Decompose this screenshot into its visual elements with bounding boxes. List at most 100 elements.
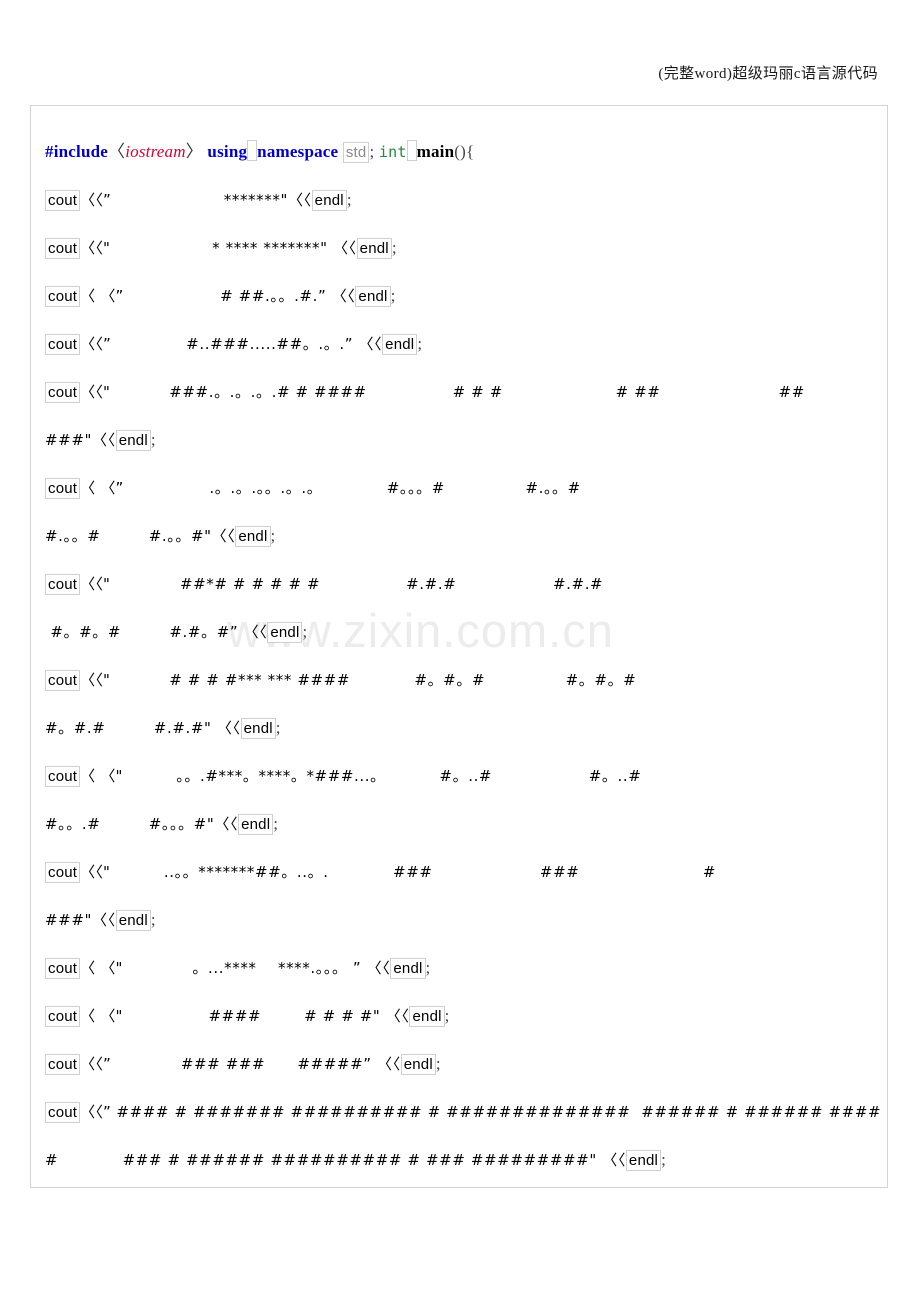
page-title: (完整word)超级玛丽c语言源代码 (658, 66, 878, 82)
main-function: main (416, 142, 455, 161)
string-literal: *******"〈〈 (111, 191, 312, 209)
angle-close: 〉 (185, 142, 203, 161)
statement-terminator: ; (425, 958, 431, 977)
string-literal: # # # #*** *** #### #。#。# #。#。# (110, 671, 637, 689)
std-identifier: std (342, 142, 370, 163)
string-literal-continued: ###"〈〈 (45, 911, 116, 929)
statement-terminator: ; (391, 238, 397, 257)
string-literal-continued: #。#.# #.#.#" 〈〈 (45, 719, 241, 737)
string-literal: ##*# # # # # # #.#.# #.#.# (110, 575, 604, 593)
cout-identifier: cout (45, 670, 81, 691)
field-shading-blank-2 (406, 140, 417, 161)
stream-insert-operator: 〈〈” (80, 191, 112, 209)
code-line-6-continuation: ###"〈〈 endl; (45, 416, 887, 464)
string-literal: ### ### #####” 〈〈 (111, 1055, 401, 1073)
string-literal-continued: # ### # ###### ########## # ### ########… (45, 1151, 626, 1169)
cout-identifier: cout (45, 958, 81, 979)
statement-terminator: ; (417, 334, 423, 353)
using-keyword: using (207, 142, 248, 161)
stream-insert-operator: 〈〈” (80, 335, 112, 353)
string-literal-continued: #。。.# #。。。#"〈〈 (45, 815, 239, 833)
statement-terminator: ; (444, 1006, 450, 1025)
endl-identifier: endl (356, 238, 392, 259)
string-literal: .。.。.。。.。.。 #。。。# #.。。# (123, 479, 581, 497)
main-parens: (){ (454, 142, 475, 161)
endl-identifier: endl (115, 910, 151, 931)
cout-identifier: cout (45, 478, 81, 499)
stream-insert-operator: 〈〈" (80, 863, 111, 881)
statement-terminator: ; (346, 190, 352, 209)
stream-insert-operator: 〈 〈” (80, 479, 124, 497)
cout-identifier: cout (45, 382, 81, 403)
cout-identifier: cout (45, 574, 81, 595)
stream-insert-operator: 〈〈” (80, 1103, 112, 1121)
statement-terminator: ; (661, 1150, 667, 1169)
document-page: { "header": { "title": "(完整word)超级玛丽c语言源… (0, 0, 920, 1302)
code-line-14: cout 〈〈” ### ### #####” 〈〈 endl; (45, 1040, 887, 1088)
code-line-11-continuation: ###"〈〈 endl; (45, 896, 887, 944)
code-line-2: cout 〈〈” *******"〈〈 endl; (45, 176, 887, 224)
cout-identifier: cout (45, 1102, 81, 1123)
code-line-10-continuation: #。。.# #。。。#"〈〈 endl; (45, 800, 887, 848)
stream-insert-operator: 〈〈" (80, 383, 111, 401)
endl-identifier: endl (240, 718, 276, 739)
stream-insert-operator: 〈 〈" (80, 1007, 123, 1025)
string-literal-continued: ###"〈〈 (45, 431, 116, 449)
string-literal: ..。。*******##。..。. ### ### # (110, 863, 717, 881)
endl-identifier: endl (311, 190, 347, 211)
code-line-3: cout 〈〈" * **** *******" 〈〈 endl; (45, 224, 887, 272)
endl-identifier: endl (235, 526, 271, 547)
code-line-10: cout 〈 〈" 。。.#***。****。*###...。 #。..# #。.… (45, 752, 887, 800)
string-literal: ###.。.。.。.# # #### # # # # ## ## (110, 383, 805, 401)
stream-insert-operator: 〈〈" (80, 239, 111, 257)
code-line-6: cout 〈〈" ###.。.。.。.# # #### # # # # ## ## (45, 368, 887, 416)
stream-insert-operator: 〈〈” (80, 1055, 112, 1073)
code-line-15-continuation: # ### # ###### ########## # ### ########… (45, 1136, 887, 1184)
string-literal-continued: #.。。# #.。。#"〈〈 (45, 527, 236, 545)
statement-terminator: ; (270, 526, 276, 545)
code-line-8-continuation: #。#。# #.#。#” 〈〈 endl; (45, 608, 887, 656)
stream-insert-operator: 〈 〈" (80, 959, 123, 977)
code-line-9-continuation: #。#.# #.#.#" 〈〈 endl; (45, 704, 887, 752)
cout-identifier: cout (45, 190, 81, 211)
stream-insert-operator: 〈〈" (80, 671, 111, 689)
cout-identifier: cout (45, 1054, 81, 1075)
code-line-4: cout 〈 〈” # ##.。。.#.” 〈〈 endl; (45, 272, 887, 320)
cout-identifier: cout (45, 238, 81, 259)
string-literal: #### # # # #" 〈〈 (122, 1007, 410, 1025)
cout-identifier: cout (45, 286, 81, 307)
namespace-keyword: namespace (257, 142, 339, 161)
endl-identifier: endl (409, 1006, 445, 1027)
endl-identifier: endl (390, 958, 426, 979)
statement-terminator: ; (302, 622, 308, 641)
preprocessor-directive: #include (45, 142, 109, 161)
code-line-5: cout 〈〈” #..###.....##。.。.” 〈〈 endl; (45, 320, 887, 368)
string-literal: 。...**** ****.。。。 ” 〈〈 (122, 959, 391, 977)
endl-identifier: endl (382, 334, 418, 355)
string-literal-continued: #。#。# #.#。#” 〈〈 (45, 623, 268, 641)
code-line-7: cout 〈 〈” .。.。.。。.。.。 #。。。# #.。。# (45, 464, 887, 512)
code-frame: www.zixin.com.cn #include〈iostream〉 usin… (30, 105, 888, 1188)
int-keyword: int (378, 143, 407, 161)
string-literal: * **** *******" 〈〈 (110, 239, 357, 257)
header-name: iostream (125, 142, 186, 161)
statement-terminator: ; (273, 814, 279, 833)
code-line-8: cout 〈〈" ##*# # # # # # #.#.# #.#.# (45, 560, 887, 608)
endl-identifier: endl (400, 1054, 436, 1075)
endl-identifier: endl (267, 622, 303, 643)
string-literal: #..###.....##。.。.” 〈〈 (111, 335, 383, 353)
cout-identifier: cout (45, 766, 81, 787)
statement-terminator: ; (150, 910, 156, 929)
statement-terminator: ; (435, 1054, 441, 1073)
code-body: www.zixin.com.cn #include〈iostream〉 usin… (31, 106, 887, 1184)
code-line-list: cout 〈〈” *******"〈〈 endl; cout 〈〈" * **** **… (45, 176, 887, 1184)
code-line-13: cout 〈 〈" #### # # # #" 〈〈 endl; (45, 992, 887, 1040)
string-literal: 。。.#***。****。*###...。 #。..# #。..# (122, 767, 642, 785)
field-shading-blank (247, 140, 258, 161)
code-line-11: cout 〈〈" ..。。*******##。..。. ### ### # (45, 848, 887, 896)
statement-terminator: ; (275, 718, 281, 737)
angle-open: 〈 (108, 142, 126, 161)
code-line-1: #include〈iostream〉 using namespace std; i… (45, 128, 887, 176)
semicolon-1: ; (369, 142, 375, 161)
stream-insert-operator: 〈 〈” (80, 287, 124, 305)
